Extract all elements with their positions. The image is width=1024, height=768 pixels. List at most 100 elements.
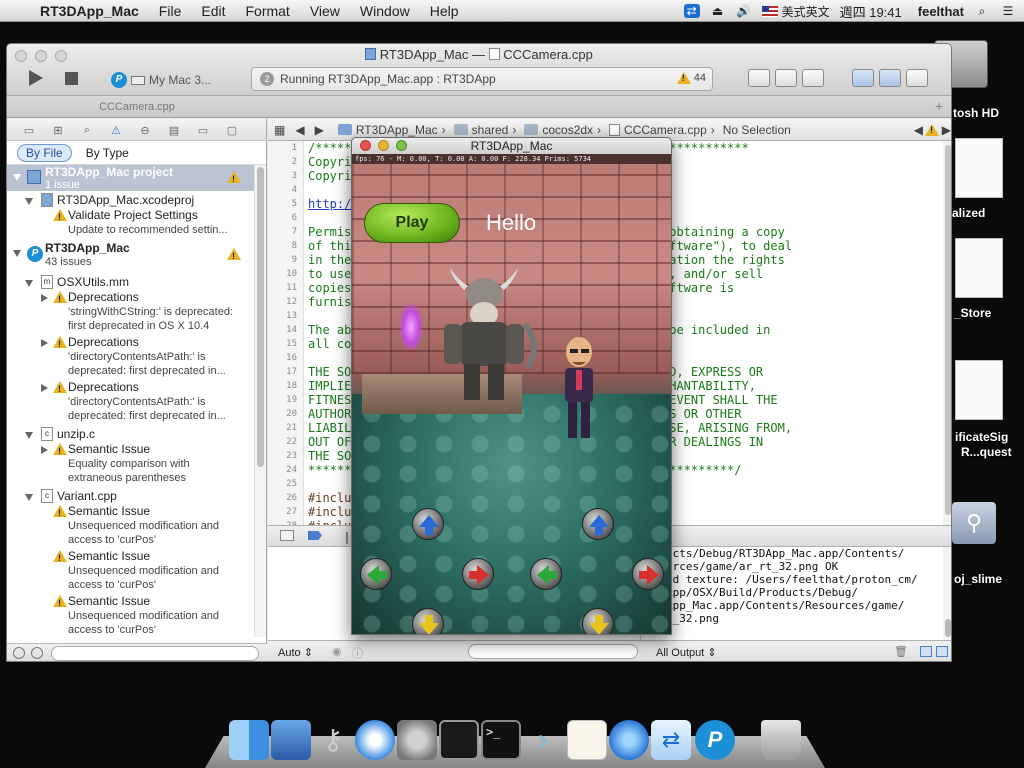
breakpoints-toggle-icon[interactable] [308, 531, 322, 540]
back-icon[interactable]: ◀ [295, 123, 304, 137]
app-menu[interactable]: RT3DApp_Mac [40, 3, 139, 19]
warning-icon[interactable] [925, 124, 939, 136]
menu-file[interactable]: File [159, 3, 182, 19]
finder-icon[interactable] [229, 720, 269, 760]
editor-scrollbar[interactable] [943, 141, 951, 525]
breadcrumb-file[interactable]: CCCamera.cpp › [609, 123, 715, 137]
code-link[interactable]: http:/ [308, 197, 351, 211]
issue-group-target[interactable]: P RT3DApp_Mac 43 issues [7, 241, 254, 269]
desktop-doc-icon[interactable] [955, 138, 1003, 198]
trash-icon[interactable] [761, 720, 801, 760]
desktop-label-slime[interactable]: oj_slime [954, 572, 1002, 586]
filter-errors-icon[interactable] [31, 647, 43, 659]
variables-scope-select[interactable]: Auto ⇕ [278, 646, 313, 659]
game-scene[interactable]: fps: 76 - M: 0.00, T: 0.00 A: 0.00 F: 22… [352, 154, 671, 634]
sublime-icon[interactable]: › [523, 720, 563, 760]
warnings-indicator[interactable]: 44 [676, 72, 706, 84]
split-right-icon[interactable] [936, 646, 948, 657]
output-filter-select[interactable]: All Output ⇕ [656, 646, 717, 659]
desktop-doc-icon[interactable] [955, 360, 1003, 420]
activity-viewer[interactable]: 2 Running RT3DApp_Mac.app : RT3DApp 44 [251, 67, 713, 91]
run-button[interactable] [29, 70, 43, 86]
move-up-button[interactable] [412, 508, 444, 540]
keychain-icon[interactable]: ⚷ [313, 720, 353, 760]
desktop-doc-icon[interactable] [955, 238, 1003, 298]
desktop-folder-icon[interactable]: ⚲ [952, 502, 996, 544]
move-left-button[interactable] [360, 558, 392, 590]
breadcrumb-cocos2dx[interactable]: cocos2dx › [524, 123, 601, 137]
xcode-icon[interactable] [271, 720, 311, 760]
filter-by-type[interactable]: By Type [78, 145, 137, 161]
forward-icon[interactable]: ▶ [315, 123, 324, 137]
notification-center-icon[interactable]: ☰ [1000, 4, 1016, 18]
safari-icon[interactable] [355, 720, 395, 760]
symbol-navigator-icon[interactable]: ⊞ [50, 124, 66, 137]
breadcrumb-shared[interactable]: shared › [453, 123, 516, 137]
tab-cccamera[interactable]: CCCamera.cpp [7, 96, 267, 118]
debug-toggle-icon[interactable] [879, 69, 901, 87]
navigator-toggle-icon[interactable] [852, 69, 874, 87]
issue-row[interactable]: Semantic Issue Unsequenced modification … [7, 594, 254, 637]
next-issue-icon[interactable]: ▶ [942, 123, 951, 137]
game-zoom-button[interactable] [396, 140, 407, 151]
move-down-button[interactable] [412, 608, 444, 634]
search-navigator-icon[interactable]: ⌕ [79, 124, 95, 136]
menu-edit[interactable]: Edit [201, 3, 225, 19]
game-close-button[interactable] [360, 140, 371, 151]
clock[interactable]: 週四 19:41 [840, 2, 902, 21]
game-window[interactable]: RT3DApp_Mac fps: 76 - M: 0.00, T: 0.00 A… [351, 137, 672, 635]
prev-issue-icon[interactable]: ◀ [914, 123, 923, 137]
add-tab-icon[interactable]: + [935, 98, 943, 114]
proton-app-icon[interactable]: P [695, 720, 735, 760]
issue-row[interactable]: Semantic Issue Equality comparison with … [7, 442, 254, 486]
camera-left-button[interactable] [530, 558, 562, 590]
teamviewer-status-icon[interactable]: ⇄ [683, 4, 700, 18]
eject-icon[interactable]: ⏏ [710, 4, 726, 18]
filter-recent-icon[interactable] [13, 647, 25, 659]
breadcrumb-project[interactable]: RT3DApp_Mac › [337, 123, 446, 137]
issue-row[interactable]: Deprecations 'stringWithCString:' is dep… [7, 290, 254, 334]
textedit-icon[interactable] [567, 720, 607, 760]
related-files-icon[interactable]: ▦ [274, 123, 285, 137]
breadcrumb-selection[interactable]: No Selection [723, 123, 791, 137]
user-menu[interactable]: feelthat [918, 4, 964, 19]
split-left-icon[interactable] [920, 646, 932, 657]
stop-button[interactable] [65, 72, 78, 85]
desktop-label-certificate[interactable]: ificateSig [955, 430, 1008, 444]
comment-navigator-icon[interactable]: ▢ [224, 124, 240, 137]
desktop-label-store[interactable]: _Store [954, 306, 991, 320]
debug-navigator-icon[interactable]: ⊖ [137, 124, 153, 137]
console-scrollbar[interactable] [943, 547, 951, 640]
teamviewer-icon[interactable]: ⇄ [651, 720, 691, 760]
camera-up-button[interactable] [582, 508, 614, 540]
volume-icon[interactable]: 🔊 [736, 4, 752, 18]
assistant-editor-icon[interactable] [775, 69, 797, 87]
menu-view[interactable]: View [310, 3, 340, 19]
itunes-icon[interactable] [609, 720, 649, 760]
navigator-scrollbar[interactable] [254, 165, 266, 637]
camera-right-button[interactable] [632, 558, 664, 590]
issue-row[interactable]: Semantic Issue Unsequenced modification … [7, 504, 254, 548]
camera-down-button[interactable] [582, 608, 614, 634]
menu-help[interactable]: Help [430, 3, 459, 19]
desktop-label-alized[interactable]: alized [952, 206, 985, 220]
log-navigator-icon[interactable]: ▭ [195, 124, 211, 137]
menu-format[interactable]: Format [245, 3, 289, 19]
spotlight-icon[interactable]: ⌕ [974, 4, 990, 18]
activity-monitor-icon[interactable] [439, 720, 479, 760]
issue-row[interactable]: Deprecations 'directoryContentsAtPath:' … [7, 380, 254, 424]
utilities-toggle-icon[interactable] [906, 69, 928, 87]
move-right-button[interactable] [462, 558, 494, 590]
issue-row[interactable]: Deprecations 'directoryContentsAtPath:' … [7, 335, 254, 379]
terminal-icon[interactable]: >_ [481, 720, 521, 760]
game-minimize-button[interactable] [378, 140, 389, 151]
input-method-menu[interactable]: 美式英文 [761, 3, 830, 20]
quicklook-icon[interactable]: ◉ [332, 645, 342, 658]
project-navigator-icon[interactable]: ▭ [21, 124, 37, 137]
desktop-label-request[interactable]: R...quest [961, 445, 1012, 459]
issue-group-project[interactable]: RT3DApp_Mac project 1 issue [7, 165, 255, 191]
filter-search-field[interactable] [51, 646, 259, 661]
system-preferences-icon[interactable] [397, 720, 437, 760]
trash-icon[interactable]: 🗑 [894, 645, 908, 658]
version-editor-icon[interactable] [802, 69, 824, 87]
